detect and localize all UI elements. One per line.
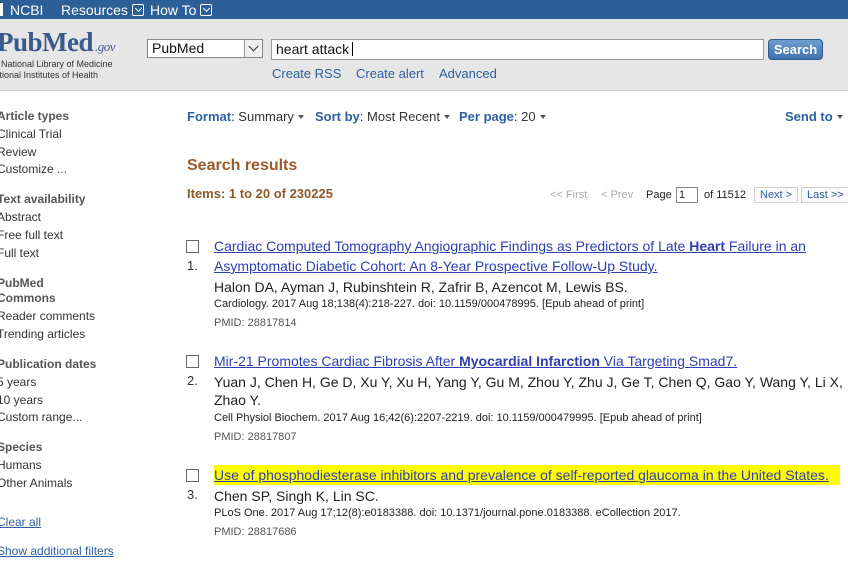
result-title-link[interactable]: Mir-21 Promotes Cardiac Fibrosis After M… <box>214 351 842 371</box>
result-pmid: PMID: 28817686 <box>214 526 297 538</box>
database-select[interactable]: PubMed <box>147 39 263 58</box>
result-pmid: PMID: 28817814 <box>214 317 297 329</box>
clear-all-filters-link[interactable]: Clear all <box>0 515 41 529</box>
search-header: PubMed.gov US National Library of Medici… <box>0 19 848 91</box>
result-title-link[interactable]: Use of phosphodiesterase inhibitors and … <box>214 465 840 485</box>
filter-reader-comments[interactable]: Reader comments <box>0 309 95 323</box>
filter-clinical-trial[interactable]: Clinical Trial <box>0 127 62 141</box>
ncbi-home-link[interactable]: NCBI <box>0 0 43 19</box>
result-number: 2. <box>187 373 198 388</box>
search-query-text: heart attack <box>276 41 350 57</box>
filter-other-animals[interactable]: Other Animals <box>0 476 72 490</box>
dropdown-triangle-icon <box>836 115 843 119</box>
chevron-down-icon <box>131 3 144 16</box>
items-count: Items: 1 to 20 of 230225 <box>187 186 333 201</box>
filter-heading-text-availability: Text availability <box>0 192 86 206</box>
ncbi-label: NCBI <box>10 1 44 18</box>
show-additional-filters-link[interactable]: Show additional filters <box>0 544 114 558</box>
filter-humans[interactable]: Humans <box>0 458 42 472</box>
pager-page-label: Page <box>646 189 672 201</box>
pubmed-logo-text: PubMed .gov <box>0 27 116 57</box>
result-citation: Cell Physiol Biochem. 2017 Aug 16;42(6):… <box>214 412 702 424</box>
filter-customize-article-types[interactable]: Customize ... <box>0 162 67 176</box>
dropdown-triangle-icon <box>539 115 546 119</box>
sort-by-dropdown[interactable]: Sort by: Most Recent <box>315 109 451 124</box>
page-number-input[interactable]: 1 <box>676 187 698 203</box>
filter-custom-range[interactable]: Custom range... <box>0 410 82 424</box>
result-checkbox[interactable] <box>186 355 199 368</box>
filter-10-years[interactable]: 10 years <box>0 393 43 407</box>
send-to-dropdown[interactable]: Send to <box>785 109 843 124</box>
how-to-menu[interactable]: How To <box>150 0 213 19</box>
nih-label: National Institutes of Health <box>0 70 99 80</box>
ncbi-logo-icon <box>0 3 6 16</box>
result-citation: PLoS One. 2017 Aug 17;12(8):e0183388. do… <box>214 507 681 519</box>
search-input[interactable]: heart attack <box>271 39 764 60</box>
result-authors: Halon DA, Ayman J, Rubinshtein R, Zafrir… <box>214 279 628 295</box>
filter-heading-species: Species <box>0 440 43 454</box>
database-select-value: PubMed <box>152 40 205 56</box>
per-page-dropdown[interactable]: Per page: 20 <box>459 109 546 124</box>
format-dropdown[interactable]: Format: Summary <box>187 109 304 124</box>
result-citation: Cardiology. 2017 Aug 18;138(4):218-227. … <box>214 298 645 310</box>
pager-prev: < Prev <box>601 189 634 201</box>
search-button[interactable]: Search <box>768 39 823 60</box>
how-to-label: How To <box>150 1 197 18</box>
result-authors: Yuan J, Chen H, Ge D, Xu Y, Xu H, Yang Y… <box>214 374 843 408</box>
chevron-down-icon <box>200 3 213 16</box>
search-results-title: Search results <box>187 157 298 174</box>
pager-first: << First <box>550 189 588 201</box>
dropdown-triangle-icon <box>444 115 451 119</box>
text-caret <box>352 42 354 56</box>
ncbi-top-bar: NCBI Resources How To <box>0 0 848 19</box>
dropdown-arrow-icon <box>244 40 262 57</box>
advanced-search-link[interactable]: Advanced <box>439 66 497 81</box>
filter-abstract[interactable]: Abstract <box>0 210 41 224</box>
pager-last-button[interactable]: Last >> <box>801 187 848 203</box>
filter-full-text[interactable]: Full text <box>0 246 39 260</box>
result-number: 1. <box>187 258 198 273</box>
dropdown-triangle-icon <box>297 115 304 119</box>
filter-heading-pubmed: PubMed <box>0 276 44 290</box>
filter-5-years[interactable]: 5 years <box>0 375 36 389</box>
result-pmid: PMID: 28817807 <box>214 431 297 443</box>
result-title-link[interactable]: Cardiac Computed Tomography Angiographic… <box>214 236 842 276</box>
filter-heading-publication-dates: Publication dates <box>0 357 97 371</box>
filter-free-full-text[interactable]: Free full text <box>0 228 63 242</box>
pager-next-button[interactable]: Next > <box>754 187 799 203</box>
create-rss-link[interactable]: Create RSS <box>272 66 341 81</box>
filter-review[interactable]: Review <box>0 145 36 159</box>
filter-trending-articles[interactable]: Trending articles <box>0 327 85 341</box>
result-authors: Chen SP, Singh K, Lin SC. <box>214 488 379 504</box>
filter-heading-article-types: Article types <box>0 109 70 123</box>
filter-heading-commons: Commons <box>0 291 56 305</box>
create-alert-link[interactable]: Create alert <box>356 66 424 81</box>
result-number: 3. <box>187 487 198 502</box>
pager-total-pages: of 11512 <box>704 189 747 201</box>
resources-label: Resources <box>61 1 128 18</box>
result-checkbox[interactable] <box>186 240 199 253</box>
result-checkbox[interactable] <box>186 469 199 482</box>
resources-menu[interactable]: Resources <box>61 0 144 19</box>
nlm-label: US National Library of Medicine <box>0 59 113 69</box>
